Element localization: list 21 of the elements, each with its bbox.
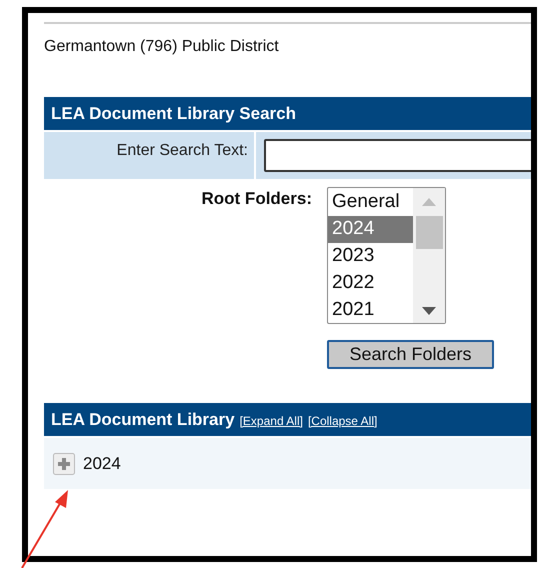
scroll-down-icon[interactable] [422,307,436,315]
scroll-thumb[interactable] [416,216,442,249]
search-field[interactable] [264,139,531,172]
scrollbar[interactable] [413,188,445,323]
root-folders-listbox[interactable]: General 2024 2023 2022 2021 [327,187,446,324]
tree-node-label[interactable]: 2024 [83,454,121,474]
expand-icon[interactable] [53,452,75,474]
search-folders-button[interactable]: Search Folders [327,340,494,369]
folder-option[interactable]: 2021 [328,297,413,324]
header-link[interactable]: [Collapse All] [308,405,378,438]
search-label: Enter Search Text: [116,142,248,159]
folder-option[interactable]: 2022 [328,270,413,297]
header-link[interactable]: [Expand All] [240,405,303,438]
district-name: Germantown (796) Public District [44,38,280,56]
folder-option[interactable]: 2023 [328,243,413,270]
panel-header: LEA Document Library Search [44,97,531,130]
folder-option[interactable]: 2024 [328,216,413,243]
folder-option[interactable]: General [328,189,413,216]
root-folders-label: Root Folders: [200,188,313,210]
panel-header: LEA Document Library [51,409,235,431]
scroll-up-icon[interactable] [422,198,436,206]
